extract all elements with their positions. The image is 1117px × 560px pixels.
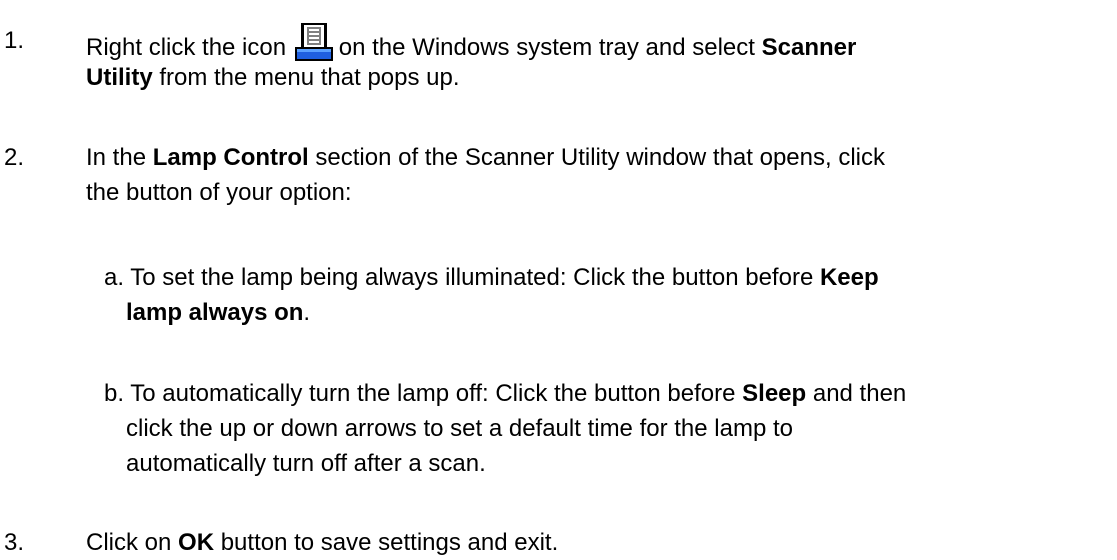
option-b-after: and then (812, 380, 907, 407)
option-a-bold-lamp-always-on: lamp always on (126, 299, 304, 326)
step-3-pre: Click on (86, 529, 172, 556)
scanner-tray-icon (294, 23, 333, 61)
step-1-line-2: Utility from the menu that pops up. (86, 60, 460, 95)
step-3-line-1: Click on OK button to save settings and … (86, 525, 558, 560)
option-b-line-1: b. To automatically turn the lamp off: C… (104, 376, 906, 411)
option-a-line-2: lamp always on. (126, 295, 310, 330)
step-1-bold-utility: Utility (86, 64, 153, 91)
step-2-line-1: In the Lamp Control section of the Scann… (86, 140, 885, 175)
step-1-text-b: on the Windows system tray and select (338, 34, 755, 61)
step-1-text-c: from the menu that pops up. (159, 64, 460, 91)
option-b-line-3: automatically turn off after a scan. (126, 450, 486, 477)
option-a-text: To set the lamp being always illuminated… (130, 264, 814, 291)
step-2-line-2: the button of your option: (86, 179, 352, 206)
step-3-number: 3. (4, 529, 25, 556)
option-b-label: b. (104, 380, 125, 407)
option-a-end: . (303, 299, 311, 326)
option-b-bold-sleep: Sleep (742, 380, 807, 407)
step-1-line-1: Right click the icon on the Windows syst… (86, 23, 856, 65)
option-b-text: To automatically turn the lamp off: Clic… (130, 380, 736, 407)
step-2-text-a: In the (86, 144, 147, 171)
step-2-text-b: section of the Scanner Utility window th… (315, 144, 886, 171)
step-1-text-a: Right click the icon (86, 34, 287, 61)
step-1-number: 1. (4, 27, 25, 54)
option-a-bold-keep: Keep (819, 264, 879, 291)
step-3-bold-ok: OK (178, 529, 215, 556)
option-a-label: a. (104, 264, 125, 291)
option-a-line-1: a. To set the lamp being always illumina… (104, 260, 879, 295)
step-2-number: 2. (4, 144, 25, 171)
option-b-line-2: click the up or down arrows to set a def… (126, 415, 793, 442)
step-3-post: button to save settings and exit. (220, 529, 559, 556)
step-1-bold-scanner: Scanner (761, 34, 857, 61)
step-2-bold-lamp-control: Lamp Control (152, 144, 309, 171)
